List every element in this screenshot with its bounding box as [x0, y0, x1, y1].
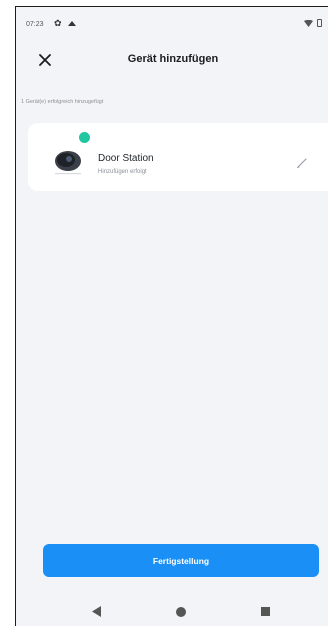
status-time: 07:23 [26, 21, 44, 28]
success-badge-icon [78, 131, 91, 144]
gear-icon: ✿ [54, 18, 62, 28]
back-icon[interactable] [92, 606, 102, 617]
device-name: Door Station [98, 153, 154, 164]
wifi-icon [304, 20, 313, 27]
navigation-bar [16, 597, 328, 626]
cloud-icon [68, 21, 76, 26]
device-card[interactable]: Door Station Hinzufügen erfolgt [28, 123, 328, 191]
device-status: Hinzufügen erfolgt [98, 169, 147, 175]
door-station-camera-icon [55, 151, 81, 175]
page-title: Gerät hinzufügen [127, 53, 219, 65]
success-count-text: 1 Gerät(e) erfolgreich hinzugefügt [21, 99, 104, 105]
phone-screen: 07:23 ✿ Gerät hinzufügen 1 Gerät(e) erfo… [15, 6, 328, 626]
pencil-icon[interactable] [296, 157, 308, 169]
battery-icon [317, 19, 322, 27]
header: Gerät hinzufügen [16, 43, 328, 79]
home-icon[interactable] [176, 607, 186, 617]
finish-button[interactable]: Fertigstellung [43, 544, 319, 577]
recents-icon[interactable] [261, 607, 270, 616]
status-bar: 07:23 ✿ [16, 7, 328, 37]
